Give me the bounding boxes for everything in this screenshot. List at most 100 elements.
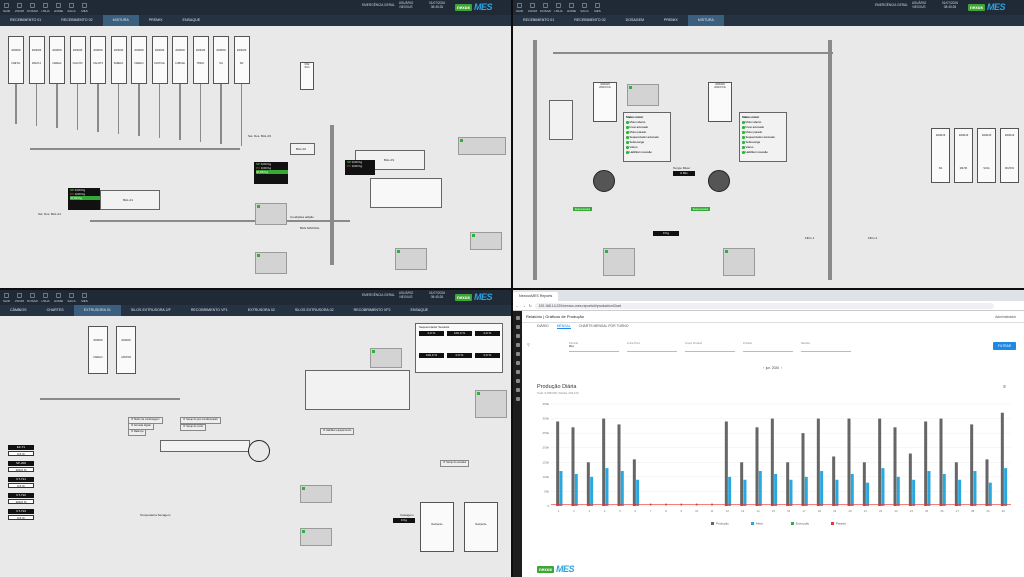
menu-icon[interactable] <box>515 316 520 320</box>
status-panel[interactable] <box>300 528 332 546</box>
tool-icon[interactable] <box>515 388 520 392</box>
tab-3[interactable]: PREMIX <box>139 15 173 26</box>
box-icon[interactable] <box>515 379 520 383</box>
tab-4[interactable]: ENSAQUE <box>173 15 211 26</box>
gear-icon[interactable] <box>515 397 520 401</box>
tab-2[interactable]: DOSAGEM <box>616 15 654 26</box>
zoom-icon[interactable]: ▢ ZOOM <box>526 3 539 13</box>
status-panel[interactable] <box>458 137 506 155</box>
chart-menu-icon[interactable]: ≡ <box>1003 384 1006 390</box>
subtab-0[interactable]: DIÁRIO <box>537 324 549 329</box>
scale-bal02[interactable]: BAL-02 <box>290 143 315 155</box>
filter-field[interactable]: Período Mês <box>569 342 619 352</box>
status-panel[interactable] <box>475 390 507 418</box>
url-input[interactable]: 192.168.14.220/nexxus-mes-reports/#/prod… <box>534 302 994 309</box>
press-motor-2[interactable] <box>708 170 730 192</box>
filter-button[interactable]: FILTRAR <box>992 342 1016 350</box>
tab-4[interactable]: MISTURA <box>687 15 724 26</box>
status-panel[interactable] <box>300 485 332 503</box>
cutter-gauge[interactable] <box>248 440 270 462</box>
silo[interactable]: 2000030 FAREL3 <box>88 326 108 374</box>
month-selector[interactable]: ‹ jun. 2026 › <box>763 366 782 370</box>
status-panel[interactable] <box>255 252 287 274</box>
tab-0[interactable]: CÂMBIOS <box>0 305 37 316</box>
filter-field[interactable]: Linha Prod. <box>627 342 677 352</box>
silo[interactable]: 2000030 FAREL3 <box>131 36 147 84</box>
tab-2[interactable]: EXTRUSORA 01 <box>73 305 121 316</box>
tank-1[interactable]: 2000129 2000,8 KG <box>593 82 617 122</box>
exit-icon[interactable]: ▢ SAIR <box>513 3 526 13</box>
silo[interactable]: 2000030 SI1 <box>213 36 229 84</box>
tab-8[interactable]: ENSAQUE <box>400 305 438 316</box>
silo[interactable]: 2000129 SI4 <box>931 128 950 183</box>
back-icon[interactable]: ← <box>516 304 519 308</box>
setup-checkbox[interactable]: ☑ Setup do pré-condicionador <box>180 417 221 424</box>
status-panel[interactable] <box>603 248 635 276</box>
tab-2[interactable]: MISTURA <box>102 15 139 26</box>
press-motor-1[interactable] <box>593 170 615 192</box>
user-menu[interactable]: Administrador <box>995 315 1016 319</box>
home-icon[interactable]: ▢ HOME <box>52 3 65 13</box>
silo[interactable]: 2000030 FRETL1 <box>8 36 24 84</box>
bucket-icon[interactable]: ▢ DOSAR <box>26 293 39 303</box>
status-panel[interactable] <box>395 248 427 270</box>
dashboard-icon[interactable] <box>515 325 520 329</box>
dryer[interactable] <box>305 370 410 410</box>
mes-icon[interactable]: ▢ MES <box>591 3 604 13</box>
tab-5[interactable]: EXTRUSORA 02 <box>238 305 285 316</box>
tab-3[interactable]: PREMIX <box>654 15 688 26</box>
setup-checkbox[interactable]: ☑ Setup do corte <box>180 424 206 431</box>
tab-1[interactable]: RECEBIMENTO 02 <box>51 15 102 26</box>
silo[interactable]: 2000129 SOJA <box>977 128 996 183</box>
mixer[interactable] <box>370 178 442 208</box>
bucket-icon[interactable]: ▢ DOSAR <box>539 3 552 13</box>
status-panel[interactable] <box>255 203 287 225</box>
silo[interactable]: 2000030 ASSTOR <box>116 326 136 374</box>
filter-field[interactable]: Produto <box>743 342 793 352</box>
status-panel[interactable] <box>723 248 755 276</box>
filter-field[interactable]: Receita <box>801 342 851 352</box>
chart-icon[interactable] <box>515 343 520 347</box>
silo[interactable]: 2000030 TRIGO <box>192 36 209 84</box>
setup-checkbox[interactable]: ☑ Balança <box>128 429 147 436</box>
filter-field[interactable]: Grupo Produto <box>685 342 735 352</box>
list-icon[interactable] <box>515 352 520 356</box>
setup-checkbox[interactable]: ☑ Setup do secador <box>440 460 470 467</box>
silo[interactable]: 2000030 CASTCAL <box>151 36 168 84</box>
mes-icon[interactable]: ▢ MES <box>78 293 91 303</box>
filter-icon[interactable]: ⚲ <box>527 342 530 347</box>
tab-1[interactable]: RECEBIMENTO 02 <box>564 15 615 26</box>
reload-icon[interactable]: ↻ <box>529 304 532 308</box>
scale-bal01[interactable]: BAL-01 <box>100 190 160 210</box>
forward-icon[interactable]: → <box>522 304 525 308</box>
tab-3[interactable]: SILOS EXTRUSORA 2/F <box>121 305 181 316</box>
bag-icon[interactable]: ▢ SACA <box>65 3 78 13</box>
silo[interactable]: 2000129 MILHO2 <box>1000 128 1019 183</box>
home-icon[interactable]: ▢ HOME <box>565 3 578 13</box>
tab-1[interactable]: CHARTES <box>37 305 74 316</box>
silo[interactable]: 2000030 CALCIT3 <box>90 36 106 84</box>
bucket-icon[interactable]: ▢ DOSAR <box>26 3 39 13</box>
tab-0[interactable]: RECEBIMENTO 01 <box>0 15 51 26</box>
zoom-icon[interactable]: ▢ ZOOM <box>13 3 26 13</box>
user-icon[interactable]: ▢ USUA <box>552 3 565 13</box>
user-icon[interactable]: ▢ USUA <box>39 3 52 13</box>
setup-checkbox[interactable]: ☑ Habilitar equipamento <box>320 428 355 435</box>
tab-0[interactable]: RECEBIMENTO 01 <box>513 15 564 26</box>
tab-7[interactable]: RECOBRIMENTO VF2 <box>344 305 401 316</box>
bag-icon[interactable]: ▢ SACA <box>65 293 78 303</box>
subtab-2[interactable]: CHARTS MENSAL POR TURNO <box>579 324 629 329</box>
subtab-1[interactable]: MENSAL <box>556 324 571 329</box>
silo[interactable]: 2000030 SI2 <box>233 36 250 84</box>
bag-icon[interactable]: ▢ SACA <box>578 3 591 13</box>
hopper-left[interactable] <box>549 100 573 140</box>
user-icon[interactable] <box>515 370 520 374</box>
exit-icon[interactable]: ▢ SAIR <box>0 3 13 13</box>
browser-tab[interactable]: NexxusMES Reports <box>513 292 559 301</box>
tab-4[interactable]: RECOBRIMENTO VF1 <box>181 305 238 316</box>
silo[interactable]: 2000030 FAREL2 <box>49 36 65 84</box>
hopper-2[interactable]: Recipiente <box>464 502 498 552</box>
status-panel[interactable] <box>470 232 502 250</box>
user-icon[interactable]: ▢ USUA <box>39 293 52 303</box>
zoom-icon[interactable]: ▢ ZOOM <box>13 293 26 303</box>
